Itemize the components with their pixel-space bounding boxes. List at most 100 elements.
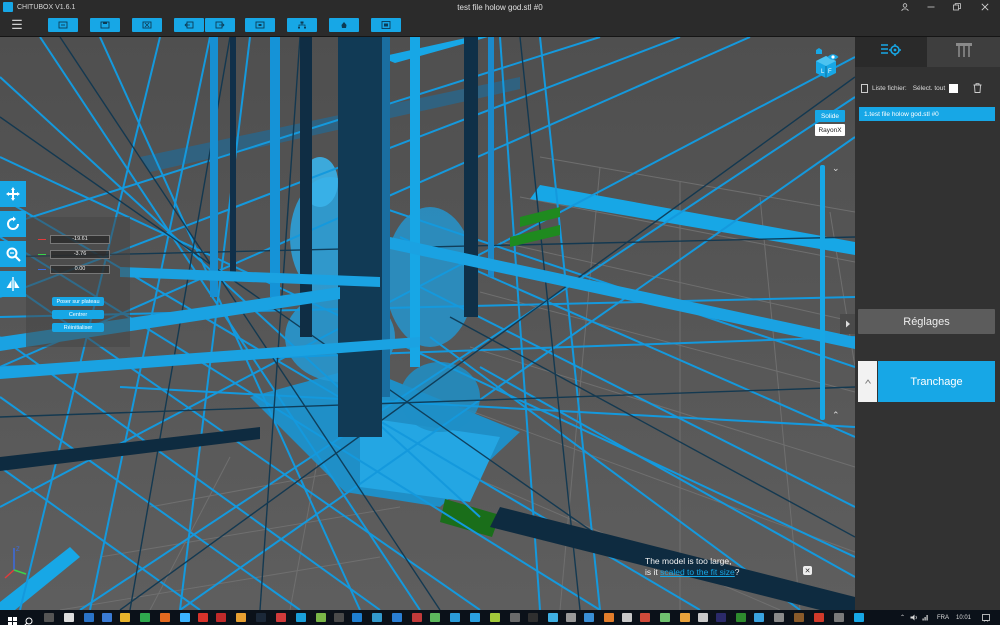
app-icon-8[interactable] — [276, 613, 286, 622]
move-icon[interactable] — [0, 181, 26, 207]
app-icon-2[interactable] — [102, 613, 112, 622]
hollow-icon[interactable] — [329, 18, 359, 32]
svg-text:Z: Z — [16, 547, 20, 553]
eye-icon[interactable] — [827, 48, 839, 60]
app-icon-4[interactable] — [180, 613, 190, 622]
y-position-field[interactable]: -3.76 — [50, 249, 110, 259]
app-icon-9[interactable] — [296, 613, 306, 622]
select-all-checkbox[interactable] — [949, 84, 959, 93]
app-icon-28[interactable] — [660, 613, 670, 622]
app-icon-29[interactable] — [680, 613, 690, 622]
clock[interactable]: 10:01 — [956, 612, 971, 623]
app-icon-1[interactable] — [84, 613, 94, 622]
close-notice-icon[interactable]: ✕ — [803, 566, 812, 575]
file-explorer-icon[interactable] — [120, 613, 130, 622]
restore-icon[interactable] — [944, 0, 970, 14]
app-icon-33[interactable] — [754, 613, 764, 622]
scale-icon[interactable] — [0, 241, 26, 267]
app-icon-6[interactable] — [216, 613, 226, 622]
layer-slider-track[interactable] — [820, 165, 825, 420]
app-icon-31[interactable] — [716, 613, 726, 622]
minimize-icon[interactable] — [918, 0, 944, 14]
volume-icon[interactable] — [910, 612, 918, 623]
tab-support-settings[interactable] — [927, 37, 1000, 67]
chevron-up-icon[interactable]: ⌃ — [832, 410, 840, 421]
3d-viewport[interactable]: -19.61 -3.76 0.00 Poser sur plateau Cent… — [0, 37, 855, 610]
hamburger-menu-icon[interactable]: ☰ — [10, 18, 24, 32]
app-icon-36[interactable] — [814, 613, 824, 622]
app-icon-16[interactable] — [430, 613, 440, 622]
xray-mode-button[interactable]: RayonX — [815, 124, 845, 136]
app-icon-22[interactable] — [548, 613, 558, 622]
app-icon-27[interactable] — [640, 613, 650, 622]
x-axis-marker — [38, 238, 46, 240]
notifications-icon[interactable] — [982, 612, 990, 623]
app-icon-14[interactable] — [392, 613, 402, 622]
z-position-field[interactable]: 0.00 — [50, 264, 110, 274]
undo-icon[interactable] — [174, 18, 204, 32]
steam-icon[interactable] — [256, 613, 266, 622]
close-icon[interactable] — [972, 0, 998, 14]
screenshot-icon[interactable] — [245, 18, 275, 32]
app-icon-11[interactable] — [334, 613, 344, 622]
app-icon-5[interactable] — [198, 613, 208, 622]
language-indicator[interactable]: FRA — [937, 612, 949, 623]
save-file-icon[interactable] — [90, 18, 120, 32]
settings-app-icon[interactable] — [64, 613, 74, 622]
app-icon-10[interactable] — [316, 613, 326, 622]
app-icon-23[interactable] — [566, 613, 576, 622]
file-list-item[interactable]: 1.test file holow god.stl #0 — [859, 107, 995, 121]
drop-to-plate-button[interactable]: Poser sur plateau — [52, 297, 104, 306]
x-position-field[interactable]: -19.61 — [50, 234, 110, 244]
move-panel: -19.61 -3.76 0.00 Poser sur plateau Cent… — [26, 217, 130, 347]
collapse-panel-button[interactable] — [840, 314, 855, 334]
redo-icon[interactable] — [205, 18, 235, 32]
title-bar: CHITUBOX V1.6.1 test file holow god.stl … — [0, 0, 1000, 14]
app-icon-17[interactable] — [450, 613, 460, 622]
tab-model-settings[interactable] — [855, 37, 927, 67]
settings-button[interactable]: Réglages — [858, 309, 995, 334]
trash-icon[interactable] — [973, 82, 982, 95]
app-icon-15[interactable] — [412, 613, 422, 622]
open-file-icon[interactable] — [48, 18, 78, 32]
app-icon-26[interactable] — [622, 613, 632, 622]
app-icon-20[interactable] — [510, 613, 520, 622]
reset-button[interactable]: Réinitialiser — [52, 323, 104, 332]
app-icon-34[interactable] — [774, 613, 784, 622]
app-icon-35[interactable] — [794, 613, 804, 622]
network-icon[interactable] — [922, 612, 929, 623]
mirror-icon[interactable] — [0, 271, 26, 297]
search-icon[interactable] — [24, 613, 34, 625]
app-icon-3[interactable] — [140, 613, 150, 622]
app-icon-13[interactable] — [372, 613, 382, 622]
app-icon-7[interactable] — [236, 613, 246, 622]
app-icon-21[interactable] — [528, 613, 538, 622]
task-view-icon[interactable] — [44, 613, 54, 622]
app-icon-19[interactable] — [490, 613, 500, 622]
rotate-icon[interactable] — [0, 211, 26, 237]
notice-suffix: ? — [734, 567, 740, 577]
app-icon-30[interactable] — [698, 613, 708, 622]
slice-button[interactable]: Tranchage — [878, 361, 995, 402]
firefox-icon[interactable] — [160, 613, 170, 622]
scale-to-fit-link[interactable]: scaled to the fit size — [660, 567, 735, 577]
chevron-down-icon[interactable]: ⌄ — [832, 163, 840, 174]
slice-options-button[interactable] — [858, 361, 877, 402]
windows-start-icon[interactable] — [8, 613, 18, 625]
layout-icon[interactable] — [371, 18, 401, 32]
center-button[interactable]: Centrer — [52, 310, 104, 319]
solid-mode-button[interactable]: Solide — [815, 110, 845, 122]
app-icon-37[interactable] — [834, 613, 844, 622]
model-settings-icon — [880, 43, 902, 62]
account-icon[interactable] — [892, 0, 918, 14]
import-icon[interactable] — [132, 18, 162, 32]
app-icon-18[interactable] — [470, 613, 480, 622]
app-icon-32[interactable] — [736, 613, 746, 622]
app-icon-25[interactable] — [604, 613, 614, 622]
chitubox-taskbar-icon[interactable] — [854, 613, 864, 622]
app-icon-24[interactable] — [584, 613, 594, 622]
z-coordinate-row: 0.00 — [38, 264, 110, 274]
tree-support-icon[interactable] — [287, 18, 317, 32]
tray-chevron-icon[interactable]: ⌃ — [900, 612, 905, 623]
app-icon-12[interactable] — [352, 613, 362, 622]
